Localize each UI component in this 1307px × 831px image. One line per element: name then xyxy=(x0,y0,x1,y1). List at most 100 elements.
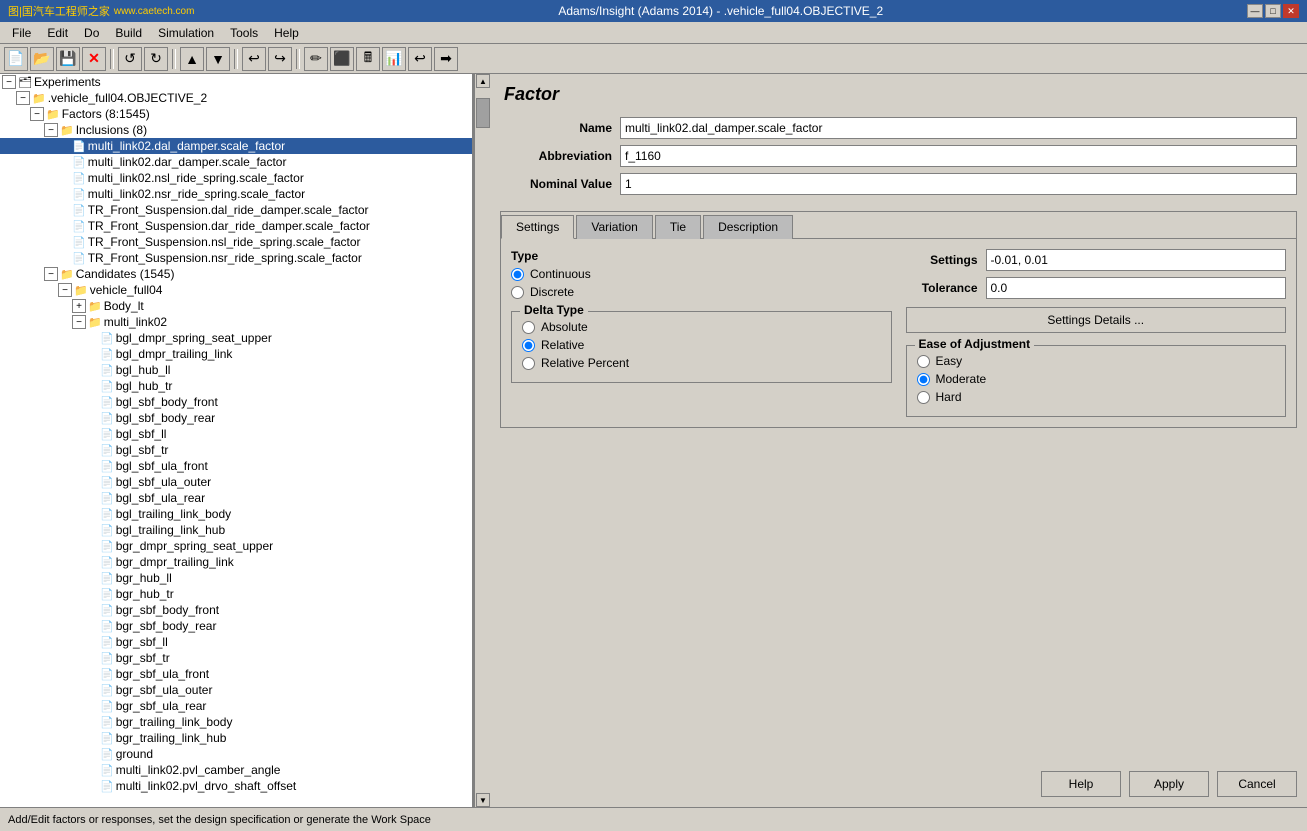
expander-inclusions[interactable]: − xyxy=(44,123,58,137)
delta-relative-percent-radio[interactable] xyxy=(522,357,535,370)
expander-vehicle[interactable]: − xyxy=(58,283,72,297)
tree-item-bgr-hub-tr[interactable]: 📄 bgr_hub_tr xyxy=(0,586,472,602)
tree-item-ground[interactable]: 📄 ground xyxy=(0,746,472,762)
tree-candidates[interactable]: − 📁 Candidates (1545) xyxy=(0,266,472,282)
tree-item-bgr-sbf-ula-front[interactable]: 📄 bgr_sbf_ula_front xyxy=(0,666,472,682)
tree-item-bgr-dmpr-trailing[interactable]: 📄 bgr_dmpr_trailing_link xyxy=(0,554,472,570)
tree-item-8[interactable]: 📄 TR_Front_Suspension.dal_ride_damper.sc… xyxy=(0,202,472,218)
tree-item-bgl-hub-ll[interactable]: 📄 bgl_hub_ll xyxy=(0,362,472,378)
tree-item-bgl-sbf-ula-front[interactable]: 📄 bgl_sbf_ula_front xyxy=(0,458,472,474)
type-discrete-radio[interactable] xyxy=(511,286,524,299)
tree-item-bgr-trailing-body[interactable]: 📄 bgr_trailing_link_body xyxy=(0,714,472,730)
cancel-button[interactable]: Cancel xyxy=(1217,771,1297,797)
tree-body-lt[interactable]: + 📁 Body_lt xyxy=(0,298,472,314)
tolerance-field[interactable] xyxy=(986,277,1287,299)
scroll-down-arrow[interactable]: ▼ xyxy=(476,793,490,807)
tree-item-bgl-sbf-ula-rear[interactable]: 📄 bgl_sbf_ula_rear xyxy=(0,490,472,506)
tree-item-bgr-sbf-ula-outer[interactable]: 📄 bgr_sbf_ula_outer xyxy=(0,682,472,698)
tree-factors[interactable]: − 📁 Factors (8:1545) xyxy=(0,106,472,122)
ease-easy-radio[interactable] xyxy=(917,355,930,368)
tree-item-7[interactable]: 📄 multi_link02.nsr_ride_spring.scale_fac… xyxy=(0,186,472,202)
tree-item-bgl-sbf-ula-outer[interactable]: 📄 bgl_sbf_ula_outer xyxy=(0,474,472,490)
tree-item-bgl-sbf-body-front[interactable]: 📄 bgl_sbf_body_front xyxy=(0,394,472,410)
ease-moderate-radio[interactable] xyxy=(917,373,930,386)
help-button[interactable]: Help xyxy=(1041,771,1121,797)
tab-description[interactable]: Description xyxy=(703,215,793,239)
tree-item-bgl-trailing-hub[interactable]: 📄 bgl_trailing_link_hub xyxy=(0,522,472,538)
tree-item-11[interactable]: 📄 TR_Front_Suspension.nsr_ride_spring.sc… xyxy=(0,250,472,266)
settings-value-field[interactable] xyxy=(986,249,1287,271)
tree-item-bgl-sbf-tr[interactable]: 📄 bgl_sbf_tr xyxy=(0,442,472,458)
toolbar-open[interactable]: 📂 xyxy=(30,47,54,71)
tab-tie[interactable]: Tie xyxy=(655,215,701,239)
name-field[interactable] xyxy=(620,117,1297,139)
tree-scrollbar[interactable]: ▲ ▼ xyxy=(474,74,490,807)
menu-help[interactable]: Help xyxy=(266,24,307,42)
toolbar-back[interactable]: ↺ xyxy=(118,47,142,71)
tree-item-bgr-hub-ll[interactable]: 📄 bgr_hub_ll xyxy=(0,570,472,586)
expander-experiments[interactable]: − xyxy=(2,75,16,89)
apply-button[interactable]: Apply xyxy=(1129,771,1209,797)
tree-item-bgr-sbf-ula-rear[interactable]: 📄 bgr_sbf_ula_rear xyxy=(0,698,472,714)
tree-item-bgl-hub-tr[interactable]: 📄 bgl_hub_tr xyxy=(0,378,472,394)
tree-item-bgr-sbf-body-front[interactable]: 📄 bgr_sbf_body_front xyxy=(0,602,472,618)
toolbar-undo[interactable]: ↩ xyxy=(242,47,266,71)
toolbar-calc[interactable]: 🖩 xyxy=(356,47,380,71)
tree-item-bgr-trailing-hub[interactable]: 📄 bgr_trailing_link_hub xyxy=(0,730,472,746)
toolbar-up[interactable]: ▲ xyxy=(180,47,204,71)
toolbar-delete[interactable]: ✕ xyxy=(82,47,106,71)
expander-candidates[interactable]: − xyxy=(44,267,58,281)
tree-vehicle[interactable]: − 📁 vehicle_full04 xyxy=(0,282,472,298)
toolbar-block[interactable]: ⬛ xyxy=(330,47,354,71)
type-continuous-radio[interactable] xyxy=(511,268,524,281)
ease-hard-radio[interactable] xyxy=(917,391,930,404)
expander-objective[interactable]: − xyxy=(16,91,30,105)
minimize-button[interactable]: — xyxy=(1247,4,1263,18)
tree-multi-link02[interactable]: − 📁 multi_link02 xyxy=(0,314,472,330)
tree-item-selected[interactable]: 📄 multi_link02.dal_damper.scale_factor xyxy=(0,138,472,154)
abbreviation-field[interactable] xyxy=(620,145,1297,167)
tree-item-bgl-sbf-ll[interactable]: 📄 bgl_sbf_ll xyxy=(0,426,472,442)
menu-build[interactable]: Build xyxy=(107,24,150,42)
toolbar-save[interactable]: 💾 xyxy=(56,47,80,71)
tab-variation[interactable]: Variation xyxy=(576,215,652,239)
expander-multi-link02[interactable]: − xyxy=(72,315,86,329)
tree-scroll[interactable]: − 🗂 Experiments − 📁 .vehicle_full04.OBJE… xyxy=(0,74,472,807)
toolbar-edit[interactable]: ✏ xyxy=(304,47,328,71)
tree-item-pvl-drvo[interactable]: 📄 multi_link02.pvl_drvo_shaft_offset xyxy=(0,778,472,794)
toolbar-run[interactable]: ↩ xyxy=(408,47,432,71)
tree-item-bgr-sbf-tr[interactable]: 📄 bgr_sbf_tr xyxy=(0,650,472,666)
expander-body-lt[interactable]: + xyxy=(72,299,86,313)
toolbar-chart[interactable]: 📊 xyxy=(382,47,406,71)
toolbar-new[interactable]: 📄 xyxy=(4,47,28,71)
tree-item-6[interactable]: 📄 multi_link02.nsl_ride_spring.scale_fac… xyxy=(0,170,472,186)
delta-relative-radio[interactable] xyxy=(522,339,535,352)
tree-item-bgr-sbf-ll[interactable]: 📄 bgr_sbf_ll xyxy=(0,634,472,650)
tree-item-bgl-sbf-body-rear[interactable]: 📄 bgl_sbf_body_rear xyxy=(0,410,472,426)
tree-item-10[interactable]: 📄 TR_Front_Suspension.nsl_ride_spring.sc… xyxy=(0,234,472,250)
toolbar-fwd[interactable]: ↻ xyxy=(144,47,168,71)
tree-item-bgr-dmpr-spring[interactable]: 📄 bgr_dmpr_spring_seat_upper xyxy=(0,538,472,554)
tree-item-bgl-dmpr-trailing[interactable]: 📄 bgl_dmpr_trailing_link xyxy=(0,346,472,362)
tree-item-bgl-trailing-body[interactable]: 📄 bgl_trailing_link_body xyxy=(0,506,472,522)
tree-objective[interactable]: − 📁 .vehicle_full04.OBJECTIVE_2 xyxy=(0,90,472,106)
menu-file[interactable]: File xyxy=(4,24,39,42)
toolbar-next[interactable]: ➡ xyxy=(434,47,458,71)
delta-absolute-radio[interactable] xyxy=(522,321,535,334)
menu-simulation[interactable]: Simulation xyxy=(150,24,222,42)
close-button[interactable]: ✕ xyxy=(1283,4,1299,18)
toolbar-redo[interactable]: ↪ xyxy=(268,47,292,71)
tree-item-bgl-dmpr-spring[interactable]: 📄 bgl_dmpr_spring_seat_upper xyxy=(0,330,472,346)
nominal-field[interactable] xyxy=(620,173,1297,195)
menu-do[interactable]: Do xyxy=(76,24,107,42)
settings-details-button[interactable]: Settings Details ... xyxy=(906,307,1287,333)
tree-item-9[interactable]: 📄 TR_Front_Suspension.dar_ride_damper.sc… xyxy=(0,218,472,234)
tab-settings[interactable]: Settings xyxy=(501,215,574,239)
scroll-thumb[interactable] xyxy=(476,98,490,128)
tree-item-bgr-sbf-body-rear[interactable]: 📄 bgr_sbf_body_rear xyxy=(0,618,472,634)
toolbar-down[interactable]: ▼ xyxy=(206,47,230,71)
expander-factors[interactable]: − xyxy=(30,107,44,121)
menu-edit[interactable]: Edit xyxy=(39,24,76,42)
maximize-button[interactable]: □ xyxy=(1265,4,1281,18)
tree-item-pvl-camber[interactable]: 📄 multi_link02.pvl_camber_angle xyxy=(0,762,472,778)
